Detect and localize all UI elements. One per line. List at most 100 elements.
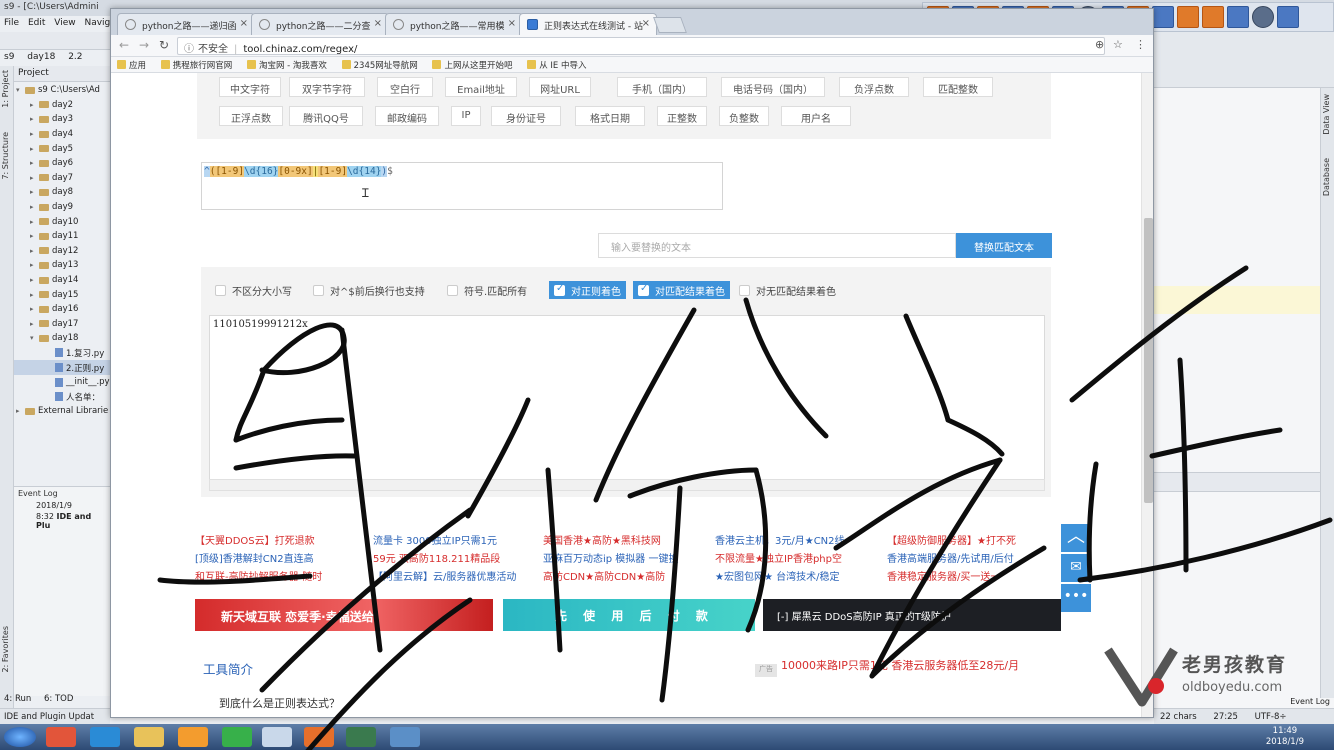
option-checkbox[interactable]: 对^$前后换行也支持 bbox=[313, 281, 425, 299]
tree-item[interactable]: ▸ day7 bbox=[14, 171, 110, 186]
ad-link[interactable]: 香港稳定服务器/买一送一 bbox=[887, 569, 1016, 587]
tree-item[interactable]: ▸ External Librarie bbox=[14, 404, 110, 419]
checkbox-checked-icon[interactable] bbox=[554, 283, 565, 296]
chevron-right-icon[interactable]: ▸ bbox=[30, 320, 39, 328]
checkbox-icon[interactable] bbox=[739, 284, 750, 296]
chevron-right-icon[interactable]: ▸ bbox=[30, 305, 39, 313]
chevron-right-icon[interactable]: ▸ bbox=[30, 203, 39, 211]
chrome-icon[interactable] bbox=[262, 727, 292, 747]
more-button[interactable]: ••• bbox=[1061, 584, 1091, 612]
checkbox-checked-icon[interactable] bbox=[638, 283, 649, 296]
bookmark-taobao[interactable]: 淘宝网 - 淘我喜欢 bbox=[246, 60, 327, 71]
preset-chip[interactable]: 双字节字符 bbox=[289, 77, 365, 97]
scroll-thumb[interactable] bbox=[1144, 218, 1153, 503]
ad-link[interactable]: 【天翼DDOS云】打死退款 bbox=[195, 533, 322, 551]
preset-chip[interactable]: 手机（国内） bbox=[617, 77, 707, 97]
tree-item[interactable]: ▸ day13 bbox=[14, 258, 110, 273]
side-tab-project[interactable]: 1: Project bbox=[1, 70, 10, 108]
tool-icon-14[interactable] bbox=[1252, 6, 1274, 28]
ie-icon[interactable] bbox=[90, 727, 120, 747]
preset-chip[interactable]: 匹配整数 bbox=[923, 77, 993, 97]
taskbar-app[interactable] bbox=[222, 727, 252, 747]
ad-link[interactable]: 和互联-高防抄解服务器-随时 bbox=[195, 569, 322, 587]
ad-link[interactable]: 香港高端服务器/先试用/后付 bbox=[887, 551, 1016, 569]
run-tab[interactable]: 4: Run bbox=[4, 694, 31, 704]
ad-link[interactable]: 【超级防御服务器】★打不死 bbox=[887, 533, 1016, 551]
taskbar-app[interactable] bbox=[46, 727, 76, 747]
tree-item[interactable]: 人名单： bbox=[14, 389, 110, 404]
close-icon[interactable]: × bbox=[374, 18, 382, 29]
test-text-area[interactable]: 11010519991212x bbox=[209, 315, 1045, 491]
ad-link[interactable]: [顶级]香港解封CN2直连高 bbox=[195, 551, 322, 569]
preset-chip[interactable]: 格式日期 bbox=[575, 106, 645, 126]
chevron-right-icon[interactable]: ▸ bbox=[30, 218, 39, 226]
tool-icon-15[interactable] bbox=[1277, 6, 1299, 28]
tab-regex-test[interactable]: 正则表达式在线测试 - 站 × bbox=[519, 13, 657, 35]
tree-item[interactable]: __init__.py bbox=[14, 375, 110, 390]
tool-icon-10[interactable] bbox=[1152, 6, 1174, 28]
back-icon[interactable]: ← bbox=[119, 38, 129, 52]
option-checkbox[interactable]: 对正则着色 bbox=[549, 281, 626, 299]
menu-file[interactable]: File bbox=[4, 18, 19, 28]
ad-link[interactable]: 【阿里云解】云/服务器优惠活动 bbox=[373, 569, 516, 587]
checkbox-icon[interactable] bbox=[313, 284, 324, 296]
bookmark-ie-import[interactable]: 从 IE 中导入 bbox=[527, 60, 586, 71]
option-checkbox[interactable]: 对匹配结果着色 bbox=[633, 281, 730, 299]
tree-item[interactable]: ▸ day14 bbox=[14, 273, 110, 288]
tree-item[interactable]: ▸ day15 bbox=[14, 287, 110, 302]
bookmark-start[interactable]: 上网从这里开始吧 bbox=[432, 60, 512, 71]
new-tab-button[interactable] bbox=[653, 17, 687, 33]
ad-link[interactable]: 不限流量★独立IP香港php空 bbox=[715, 551, 845, 569]
tree-item[interactable]: ▸ day2 bbox=[14, 98, 110, 113]
chevron-right-icon[interactable]: ▸ bbox=[30, 159, 39, 167]
chevron-right-icon[interactable]: ▸ bbox=[30, 101, 39, 109]
crumb-file[interactable]: 2.2 bbox=[68, 52, 82, 62]
banner-ad[interactable]: 新天域互联 恋爱季·幸福送给 bbox=[195, 599, 493, 631]
tree-item[interactable]: 1.复习.py bbox=[14, 346, 110, 361]
bookmark-ctrip[interactable]: 携程旅行网官网 bbox=[160, 60, 232, 71]
menu-edit[interactable]: Edit bbox=[28, 18, 45, 28]
pycharm-icon[interactable] bbox=[346, 727, 376, 747]
chevron-right-icon[interactable]: ▸ bbox=[30, 174, 39, 182]
info-icon[interactable]: ⓘ bbox=[184, 44, 194, 55]
taskbar-app[interactable] bbox=[304, 727, 334, 747]
tool-icon-12[interactable] bbox=[1202, 6, 1224, 28]
tree-item[interactable]: ▸ day11 bbox=[14, 229, 110, 244]
forward-icon[interactable]: → bbox=[139, 38, 149, 52]
chat-button[interactable]: ✉ bbox=[1061, 554, 1091, 582]
tree-item[interactable]: ▸ day9 bbox=[14, 200, 110, 215]
bookmark-2345[interactable]: 2345网址导航网 bbox=[341, 60, 418, 71]
url-field[interactable]: ⓘ 不安全 | tool.chinaz.com/regex/ bbox=[177, 37, 1105, 55]
menu-navigate[interactable]: Navigat bbox=[84, 18, 110, 28]
checkbox-icon[interactable] bbox=[447, 284, 458, 296]
tree-item[interactable]: ▸ day8 bbox=[14, 185, 110, 200]
tree-item[interactable]: ▸ day4 bbox=[14, 127, 110, 142]
chevron-right-icon[interactable]: ▸ bbox=[16, 407, 25, 415]
tab-modules[interactable]: python之路——常用模 × bbox=[385, 13, 523, 35]
ad-link[interactable]: 香港云主机，3元/月★CN2线 bbox=[715, 533, 845, 551]
tree-item[interactable]: ▸ day3 bbox=[14, 112, 110, 127]
close-icon[interactable]: × bbox=[642, 18, 650, 29]
scroll-top-button[interactable]: ︿ bbox=[1061, 524, 1091, 552]
cursor-position[interactable]: 27:25 bbox=[1213, 712, 1238, 722]
tab-binary-search[interactable]: python之路——二分查 × bbox=[251, 13, 389, 35]
crumb-day18[interactable]: day18 bbox=[27, 52, 55, 62]
system-clock[interactable]: 11:49 2018/1/9 bbox=[1266, 726, 1304, 748]
menu-view[interactable]: View bbox=[54, 18, 75, 28]
star-icon[interactable]: ☆ bbox=[1113, 38, 1123, 51]
tree-item[interactable]: ▸ day6 bbox=[14, 156, 110, 171]
folder-icon[interactable] bbox=[134, 727, 164, 747]
chevron-right-icon[interactable]: ▸ bbox=[30, 130, 39, 138]
crumb-project[interactable]: s9 bbox=[4, 52, 14, 62]
todo-tab[interactable]: 6: TOD bbox=[44, 694, 73, 704]
reload-icon[interactable]: ↻ bbox=[159, 38, 169, 52]
tree-item[interactable]: ▾ day18 bbox=[14, 331, 110, 346]
preset-chip[interactable]: 用户名 bbox=[781, 106, 851, 126]
banner-ad[interactable]: 先 使 用 后 付 款 bbox=[503, 599, 755, 631]
tree-item[interactable]: ▾ s9 C:\Users\Ad bbox=[14, 83, 110, 98]
start-button[interactable] bbox=[4, 727, 36, 747]
side-tab-favorites[interactable]: 2: Favorites bbox=[1, 626, 10, 672]
tool-icon-11[interactable] bbox=[1177, 6, 1199, 28]
tree-item[interactable]: ▸ day5 bbox=[14, 141, 110, 156]
option-checkbox[interactable]: 不区分大小写 bbox=[215, 281, 292, 299]
